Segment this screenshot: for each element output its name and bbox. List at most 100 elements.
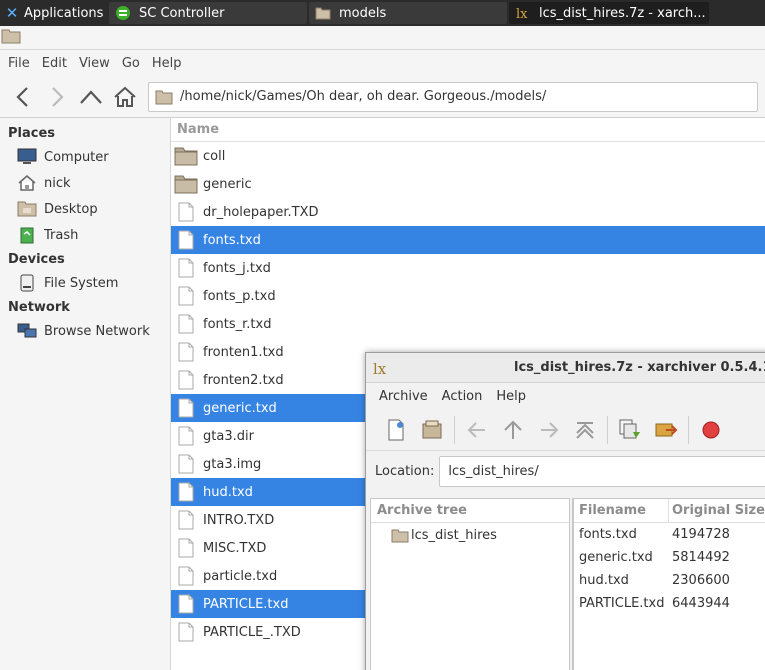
back-button[interactable] <box>459 412 495 448</box>
column-header-original-size[interactable]: Original Size <box>669 499 765 522</box>
file-name: coll <box>203 148 226 164</box>
applications-menu[interactable]: ✕ Applications <box>0 0 108 26</box>
add-files-icon <box>655 423 678 436</box>
task-label: lcs_dist_hires.7z - xarch... <box>539 5 706 21</box>
xarchiver-window: lx lcs_dist_hires.7z - xarchiver 0.5.4.1… <box>365 352 765 670</box>
sidebar-item-desktop[interactable]: Desktop <box>0 196 170 222</box>
archive-size: 5814492 <box>672 550 730 565</box>
sidebar-item-nick[interactable]: nick <box>0 170 170 196</box>
forward-button[interactable] <box>40 80 74 114</box>
menu-go[interactable]: Go <box>116 56 146 71</box>
archive-row[interactable]: generic.txd 5814492 <box>574 546 765 569</box>
sidebar-item-file-system[interactable]: File System <box>0 270 170 296</box>
menu-archive[interactable]: Archive <box>372 389 435 404</box>
window-title-strip <box>0 26 765 50</box>
menu-help[interactable]: Help <box>146 56 188 71</box>
xarchiver-titlebar[interactable]: lx lcs_dist_hires.7z - xarchiver 0.5.4.1… <box>366 353 765 383</box>
task-models[interactable]: models <box>309 2 507 24</box>
new-archive-button[interactable] <box>378 412 414 448</box>
home-button[interactable] <box>567 412 603 448</box>
sidebar-item-label: Browse Network <box>44 323 150 339</box>
sidebar-item-label: File System <box>44 275 119 291</box>
file-row[interactable]: dr_holepaper.TXD <box>171 198 765 226</box>
sidebar-item-browse-network[interactable]: Browse Network <box>0 318 170 344</box>
archive-tree: Archive tree lcs_dist_hires <box>370 498 570 670</box>
file-icon <box>174 454 198 474</box>
archive-list-header: Filename Original Size <box>574 499 765 523</box>
archive-tree-header[interactable]: Archive tree <box>371 499 569 523</box>
toolbar-separator <box>688 415 689 444</box>
home-button[interactable] <box>108 80 142 114</box>
up-button[interactable] <box>495 412 531 448</box>
menu-action[interactable]: Action <box>435 389 490 404</box>
menu-help[interactable]: Help <box>489 389 533 404</box>
column-header-name[interactable]: Name <box>171 118 765 142</box>
open-archive-button[interactable] <box>414 412 450 448</box>
task-sc-controller[interactable]: SC Controller <box>109 2 307 24</box>
menu-file[interactable]: File <box>2 56 36 71</box>
file-icon <box>174 342 198 362</box>
forward-arrow-icon <box>52 86 64 107</box>
archive-row[interactable]: fonts.txd 4194728 <box>574 523 765 546</box>
folder-icon <box>391 529 409 542</box>
sidebar-item-computer[interactable]: Computer <box>0 144 170 170</box>
stop-button[interactable] <box>693 412 729 448</box>
home-icon <box>114 86 136 107</box>
location-bar: Location: lcs_dist_hires/ <box>366 451 765 491</box>
menu-view[interactable]: View <box>73 56 116 71</box>
folder-icon <box>174 146 198 166</box>
devices-title: Devices <box>8 252 65 267</box>
toolbar-separator <box>607 415 608 444</box>
file-name: dr_holepaper.TXD <box>203 204 319 220</box>
window-title: lcs_dist_hires.7z - xarchiver 0.5.4.17 <box>514 360 765 375</box>
archive-row[interactable]: PARTICLE.txd 6443944 <box>574 592 765 615</box>
task-label: models <box>339 5 387 21</box>
extract-button[interactable] <box>612 412 648 448</box>
file-row[interactable]: fonts.txd <box>171 226 765 254</box>
toolbar: /home/nick/Games/Oh dear, oh dear. Gorge… <box>0 76 765 118</box>
task-xarchiver[interactable]: lx lcs_dist_hires.7z - xarch... <box>509 2 709 24</box>
folder-icon <box>174 174 198 194</box>
tree-item[interactable]: lcs_dist_hires <box>371 523 569 547</box>
file-name: fronten2.txd <box>203 372 284 388</box>
file-icon <box>174 230 198 250</box>
svg-text:lx: lx <box>373 360 387 378</box>
folder-icon <box>155 90 173 104</box>
xfce-logo-icon: ✕ <box>5 4 19 22</box>
stop-icon <box>702 421 720 438</box>
file-icon <box>174 286 198 306</box>
file-row[interactable]: fonts_j.txd <box>171 254 765 282</box>
file-row[interactable]: coll <box>171 142 765 170</box>
file-name: PARTICLE.txd <box>203 596 289 612</box>
back-arrow-icon <box>467 421 485 438</box>
task-label: SC Controller <box>139 5 225 21</box>
path-bar[interactable]: /home/nick/Games/Oh dear, oh dear. Gorge… <box>148 81 758 112</box>
network-title: Network <box>8 300 70 315</box>
file-row[interactable]: fonts_p.txd <box>171 282 765 310</box>
sidebar-item-label: Trash <box>44 227 79 243</box>
back-button[interactable] <box>6 80 40 114</box>
file-icon <box>174 482 198 502</box>
file-name: hud.txd <box>203 484 253 500</box>
forward-arrow-icon <box>541 421 559 438</box>
menu-edit[interactable]: Edit <box>36 56 73 71</box>
sidebar-item-label: Desktop <box>44 201 98 217</box>
up-button[interactable] <box>74 80 108 114</box>
archive-row[interactable]: hud.txd 2306600 <box>574 569 765 592</box>
file-name: INTRO.TXD <box>203 512 275 528</box>
back-arrow-icon <box>16 86 28 107</box>
file-row[interactable]: fonts_r.txd <box>171 310 765 338</box>
sidebar-item-label: nick <box>44 175 71 191</box>
forward-button[interactable] <box>531 412 567 448</box>
location-input[interactable]: lcs_dist_hires/ <box>439 455 765 487</box>
xarchiver-icon: lx <box>373 360 387 378</box>
toolbar-separator <box>454 415 455 444</box>
computer-icon <box>17 148 37 164</box>
sidebar: Places Computer nick Desktop Trash Devic… <box>0 118 171 670</box>
column-header-filename[interactable]: Filename <box>574 499 669 522</box>
archive-filename: generic.txd <box>579 550 653 565</box>
sidebar-item-trash[interactable]: Trash <box>0 222 170 248</box>
file-row[interactable]: generic <box>171 170 765 198</box>
add-button[interactable] <box>648 412 684 448</box>
file-icon <box>174 202 198 222</box>
